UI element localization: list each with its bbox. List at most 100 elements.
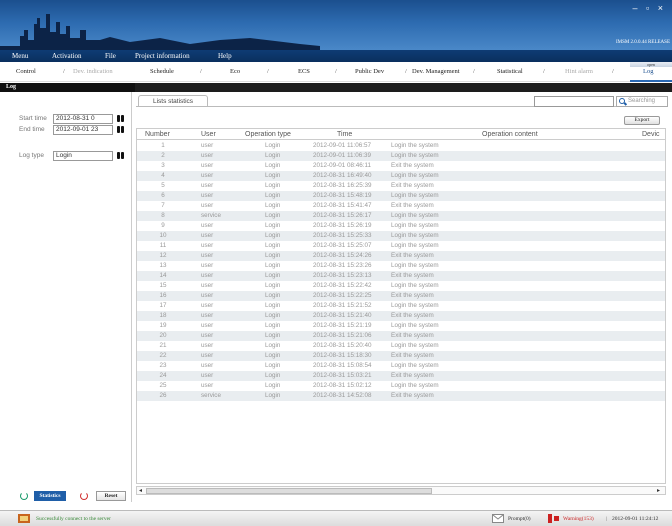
cell-operation-type: Login [265, 302, 281, 309]
reset-button[interactable]: Reset [96, 491, 126, 501]
table-row[interactable]: 3 user Login 2012-09-01 08:46:11 Exit the sy… [137, 161, 665, 171]
cell-user: user [201, 292, 214, 299]
table-row[interactable]: 4 user Login 2012-08-31 16:49:40 Login the s… [137, 171, 665, 181]
cell-user: user [201, 232, 214, 239]
cell-time: 2012-08-31 15:24:26 [313, 252, 372, 259]
table-row[interactable]: 14 user Login 2012-08-31 15:23:13 Exit the s… [137, 271, 665, 281]
cell-user: user [201, 242, 214, 249]
log-type-dropdown-icon[interactable] [117, 152, 125, 159]
table-row[interactable]: 26 service Login 2012-08-31 14:52:08 Exit th… [137, 391, 665, 401]
log-type-row: Log type Login [0, 151, 132, 161]
table-row[interactable]: 2 user Login 2012-09-01 11:06:39 Login the s… [137, 151, 665, 161]
window-controls[interactable]: – ▫ × [633, 3, 666, 13]
tab-hint-alarm[interactable]: Hint alarm [565, 68, 593, 75]
table-row[interactable]: 23 user Login 2012-08-31 15:08:54 Login the … [137, 361, 665, 371]
search-input[interactable] [534, 96, 614, 107]
end-time-label: End time [19, 126, 45, 133]
tab-statistical[interactable]: Statistical [497, 68, 523, 75]
column-header-device[interactable]: Devic [642, 131, 660, 138]
cell-user: user [201, 372, 214, 379]
cell-operation-content: Exit the system [391, 312, 434, 319]
table-row[interactable]: 13 user Login 2012-08-31 15:23:26 Login the … [137, 261, 665, 271]
cell-number: 7 [161, 202, 165, 209]
cell-operation-type: Login [265, 152, 281, 159]
cell-operation-type: Login [265, 202, 281, 209]
menu-item-activation[interactable]: Activation [52, 52, 82, 60]
table-row[interactable]: 6 user Login 2012-08-31 15:48:19 Login the s… [137, 191, 665, 201]
end-time-calendar-icon[interactable] [117, 126, 125, 133]
cell-number: 3 [161, 162, 165, 169]
end-time-field[interactable]: 2012-09-01 23 [53, 125, 113, 135]
table-row[interactable]: 15 user Login 2012-08-31 15:22:42 Login the … [137, 281, 665, 291]
scrollbar-thumb[interactable] [146, 488, 432, 494]
horizontal-scrollbar[interactable]: ◂ ▸ [136, 486, 666, 495]
table-row[interactable]: 17 user Login 2012-08-31 15:21:52 Login the … [137, 301, 665, 311]
cell-number: 24 [159, 372, 167, 379]
column-header-user[interactable]: User [201, 131, 216, 138]
tab-ecs[interactable]: ECS [298, 68, 310, 75]
cell-operation-content: Login the system [391, 192, 439, 199]
column-header-operation-content[interactable]: Operation content [482, 131, 538, 138]
warning-count[interactable]: Warning(153) [563, 516, 594, 522]
table-row[interactable]: 22 user Login 2012-08-31 15:18:30 Exit the s… [137, 351, 665, 361]
table-row[interactable]: 16 user Login 2012-08-31 15:22:25 Exit the s… [137, 291, 665, 301]
cell-number: 6 [161, 192, 165, 199]
table-row[interactable]: 1 user Login 2012-09-01 11:06:57 Login the s… [137, 141, 665, 151]
scroll-left-icon[interactable]: ◂ [139, 488, 142, 494]
table-row[interactable]: 8 service Login 2012-08-31 15:26:17 Login th… [137, 211, 665, 221]
warning-icon [548, 514, 559, 523]
active-tab-underline [630, 80, 672, 82]
start-time-field[interactable]: 2012-08-31 0 [53, 114, 113, 124]
tab-separator: / [267, 68, 269, 75]
prompt-count[interactable]: Prompt(0) [508, 516, 531, 522]
cell-number: 22 [159, 352, 167, 359]
table-row[interactable]: 20 user Login 2012-08-31 15:21:06 Exit the s… [137, 331, 665, 341]
menu-item-menu[interactable]: Menu [12, 52, 28, 60]
tab-eco[interactable]: Eco [230, 68, 240, 75]
cell-number: 17 [159, 302, 167, 309]
table-row[interactable]: 25 user Login 2012-08-31 15:02:12 Login the … [137, 381, 665, 391]
table-row[interactable]: 9 user Login 2012-08-31 15:26:19 Login the s… [137, 221, 665, 231]
menu-item-file[interactable]: File [105, 52, 116, 60]
cell-operation-content: Exit the system [391, 352, 434, 359]
table-row[interactable]: 11 user Login 2012-08-31 15:25:07 Login the … [137, 241, 665, 251]
start-time-calendar-icon[interactable] [117, 115, 125, 122]
search-button[interactable]: Searching [616, 96, 668, 107]
tab-separator: / [335, 68, 337, 75]
tab-schedule[interactable]: Schedule [150, 68, 174, 75]
menu-item-help[interactable]: Help [218, 52, 232, 60]
cell-operation-content: Login the system [391, 262, 439, 269]
cell-number: 14 [159, 272, 167, 279]
tab-control[interactable]: Control [16, 68, 36, 75]
cell-operation-type: Login [265, 142, 281, 149]
cell-user: user [201, 142, 214, 149]
column-header-number[interactable]: Number [145, 131, 170, 138]
statistics-button[interactable]: Statistics [34, 491, 66, 501]
cell-user: user [201, 272, 214, 279]
table-row[interactable]: 19 user Login 2012-08-31 15:21:19 Login the … [137, 321, 665, 331]
table-row[interactable]: 18 user Login 2012-08-31 15:21:40 Exit the s… [137, 311, 665, 321]
tab-dev-management[interactable]: Dev. Management [412, 68, 460, 75]
menu-item-project-information[interactable]: Project information [135, 52, 190, 60]
table-row[interactable]: 24 user Login 2012-08-31 15:03:21 Exit the s… [137, 371, 665, 381]
scroll-right-icon[interactable]: ▸ [657, 488, 660, 494]
column-header-time[interactable]: Time [337, 131, 352, 138]
export-button[interactable]: Export [624, 116, 660, 125]
table-row[interactable]: 21 user Login 2012-08-31 15:20:40 Login the … [137, 341, 665, 351]
tab-log[interactable]: Log [643, 68, 653, 75]
city-skyline-logo [0, 14, 320, 50]
log-type-select[interactable]: Login [53, 151, 113, 161]
table-row[interactable]: 12 user Login 2012-08-31 15:24:26 Exit the s… [137, 251, 665, 261]
active-tab-indicator: open [630, 62, 672, 67]
tab-separator: / [63, 68, 65, 75]
cell-number: 5 [161, 182, 165, 189]
tab-public-dev[interactable]: Public Dev [355, 68, 384, 75]
tab-dev-indication[interactable]: Dev. indication [73, 68, 113, 75]
cell-operation-content: Exit the system [391, 372, 434, 379]
column-header-operation-type[interactable]: Operation type [245, 131, 291, 138]
statistics-refresh-icon [20, 492, 28, 500]
table-row[interactable]: 7 user Login 2012-08-31 15:41:47 Exit the sy… [137, 201, 665, 211]
cell-user: user [201, 152, 214, 159]
table-row[interactable]: 10 user Login 2012-08-31 15:25:33 Login the … [137, 231, 665, 241]
table-row[interactable]: 5 user Login 2012-08-31 16:25:39 Exit the sy… [137, 181, 665, 191]
